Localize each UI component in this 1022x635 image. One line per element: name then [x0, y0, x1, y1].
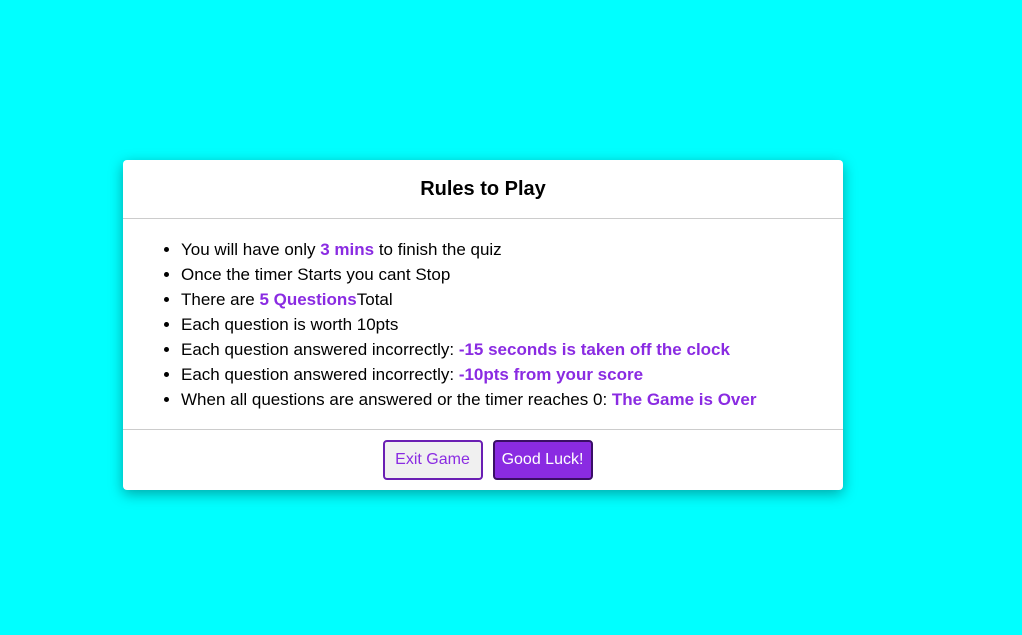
rule-text: Each question answered incorrectly: — [181, 340, 459, 359]
dialog-footer: Exit Game Good Luck! — [123, 430, 843, 490]
rules-list: You will have only 3 mins to finish the … — [123, 237, 843, 412]
rules-dialog: Rules to Play You will have only 3 mins … — [123, 160, 843, 490]
rule-text: There are — [181, 290, 260, 309]
rule-item: You will have only 3 mins to finish the … — [181, 237, 843, 262]
rule-item: Once the timer Starts you cant Stop — [181, 262, 843, 287]
rule-highlight: -15 seconds is taken off the clock — [458, 340, 730, 359]
rule-highlight: The Game is Over — [611, 390, 757, 409]
dialog-title: Rules to Play — [420, 177, 546, 200]
rule-text: You will have only — [181, 240, 321, 259]
rule-highlight: 3 mins — [320, 240, 375, 259]
rule-highlight: -10pts from your score — [458, 365, 644, 384]
good-luck-button[interactable]: Good Luck! — [492, 440, 593, 480]
rule-item: There are 5 QuestionsTotal — [181, 287, 843, 312]
rule-item: Each question answered incorrectly: -15 … — [181, 337, 843, 362]
rule-text: Once the timer Starts you cant Stop — [181, 265, 451, 284]
rule-highlight: 5 Questions — [259, 290, 357, 309]
rule-text: When all questions are answered or the t… — [181, 390, 612, 409]
rule-item: Each question answered incorrectly: -10p… — [181, 362, 843, 387]
exit-game-button[interactable]: Exit Game — [382, 440, 483, 480]
rule-item: When all questions are answered or the t… — [181, 387, 843, 412]
rule-text-end: to finish the quiz — [374, 240, 502, 259]
dialog-header: Rules to Play — [123, 160, 843, 219]
rule-text: Each question answered incorrectly: — [181, 365, 459, 384]
rule-text-end: Total — [356, 290, 393, 309]
dialog-body: You will have only 3 mins to finish the … — [123, 219, 843, 430]
rule-item: Each question is worth 10pts — [181, 312, 843, 337]
rule-text: Each question is worth 10pts — [181, 315, 399, 334]
